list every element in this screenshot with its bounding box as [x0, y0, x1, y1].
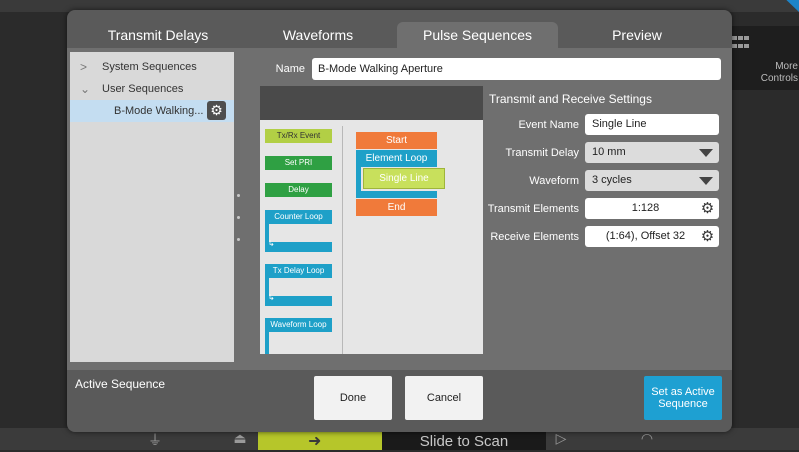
settings-title: Transmit and Receive Settings	[489, 92, 652, 106]
transmit-elements-label: Transmit Elements	[487, 203, 579, 215]
name-label: Name	[275, 63, 305, 75]
loop-bracket	[356, 167, 361, 191]
transmit-delay-label: Transmit Delay	[505, 147, 579, 159]
view-icon[interactable]: ◠	[632, 430, 662, 450]
palette-tx-delay-loop[interactable]: Tx Delay Loop ↳	[265, 264, 332, 306]
tab-panel: > System Sequences ⌄ User Sequences B-Mo…	[67, 48, 732, 370]
editor-divider	[342, 126, 343, 354]
tab-preview[interactable]: Preview	[558, 22, 716, 48]
more-controls-button[interactable]: More Controls	[732, 26, 799, 90]
tab-transmit-delays[interactable]: Transmit Delays	[77, 22, 239, 48]
tree-item-label: B-Mode Walking...	[114, 105, 204, 117]
event-name-label: Event Name	[518, 119, 579, 131]
editor-toolbar	[260, 86, 483, 120]
sequence-single-line-block[interactable]: Single Line	[363, 168, 445, 189]
panel-splitter[interactable]	[234, 52, 243, 362]
receive-elements-label: Receive Elements	[490, 231, 579, 243]
palette-txrx-event[interactable]: Tx/Rx Event	[265, 129, 332, 143]
sequence-end-block[interactable]: End	[356, 199, 437, 216]
loop-return-icon: ↳	[268, 293, 275, 302]
sequence-start-block[interactable]: Start	[356, 132, 437, 149]
receive-elements-field[interactable]: (1:64), Offset 32 ⚙	[585, 226, 719, 247]
tree-item-selected-sequence[interactable]: B-Mode Walking... ⚙	[70, 100, 234, 122]
transmit-elements-field[interactable]: 1:128 ⚙	[585, 198, 719, 219]
sequence-editor: Tx/Rx Event Set PRI Delay Counter Loop ↳…	[260, 86, 483, 354]
active-sequence-label: Active Sequence	[75, 377, 166, 391]
tree-item-user-sequences[interactable]: ⌄ User Sequences	[70, 78, 234, 100]
chevron-down-icon: ⌄	[80, 82, 91, 96]
sequence-tree: > System Sequences ⌄ User Sequences B-Mo…	[70, 52, 234, 362]
waveform-value: 3 cycles	[592, 174, 632, 186]
gear-icon[interactable]: ⚙	[207, 101, 226, 120]
slide-to-scan-label[interactable]: Slide to Scan	[382, 432, 546, 450]
palette-label: Tx Delay Loop	[265, 264, 332, 278]
transmit-delay-select[interactable]: 10 mm	[585, 142, 719, 163]
sequence-element-loop-block[interactable]: Element Loop	[356, 150, 437, 167]
palette-counter-loop[interactable]: Counter Loop ↳	[265, 210, 332, 252]
done-button[interactable]: Done	[314, 376, 392, 420]
probe-icon[interactable]: ⏚	[140, 430, 170, 450]
pulse-sequence-dialog: Transmit Delays Waveforms Pulse Sequence…	[67, 10, 732, 432]
loop-return-icon: ↳	[268, 239, 275, 248]
dropdown-arrow-icon	[699, 177, 713, 185]
event-name-input[interactable]: Single Line	[585, 114, 719, 135]
waveform-select[interactable]: 3 cycles	[585, 170, 719, 191]
gear-icon[interactable]: ⚙	[699, 227, 716, 246]
set-active-sequence-button[interactable]: Set as Active Sequence	[644, 376, 722, 420]
set-active-line1: Set as Active	[651, 386, 715, 398]
palette-label: Waveform Loop	[265, 318, 332, 332]
freeze-icon[interactable]: ⏏	[225, 430, 255, 450]
waveform-label: Waveform	[529, 175, 579, 187]
receive-elements-value: (1:64), Offset 32	[605, 230, 686, 242]
tab-pulse-sequences[interactable]: Pulse Sequences	[397, 22, 558, 48]
name-input[interactable]: B-Mode Walking Aperture	[312, 58, 721, 80]
grid-icon	[732, 36, 750, 50]
dropdown-arrow-icon	[699, 149, 713, 157]
tree-item-label: User Sequences	[102, 83, 184, 95]
tab-waveforms[interactable]: Waveforms	[239, 22, 397, 48]
palette-label: Counter Loop	[265, 210, 332, 224]
transmit-elements-value: 1:128	[631, 202, 660, 214]
transmit-delay-value: 10 mm	[592, 146, 626, 158]
tree-item-label: System Sequences	[102, 61, 197, 73]
palette-delay[interactable]: Delay	[265, 183, 332, 197]
palette-waveform-loop[interactable]: Waveform Loop	[265, 318, 332, 354]
more-controls-label: More Controls	[760, 61, 798, 84]
gear-icon[interactable]: ⚙	[699, 199, 716, 218]
arrow-right-icon: ➜	[308, 433, 322, 450]
loop-footer	[356, 191, 437, 198]
cancel-button[interactable]: Cancel	[405, 376, 483, 420]
chevron-right-icon: >	[80, 60, 88, 74]
palette-set-pri[interactable]: Set PRI	[265, 156, 332, 170]
play-icon[interactable]: ▷	[546, 430, 576, 450]
tree-item-system-sequences[interactable]: > System Sequences	[70, 56, 234, 78]
set-active-line2: Sequence	[658, 398, 708, 410]
